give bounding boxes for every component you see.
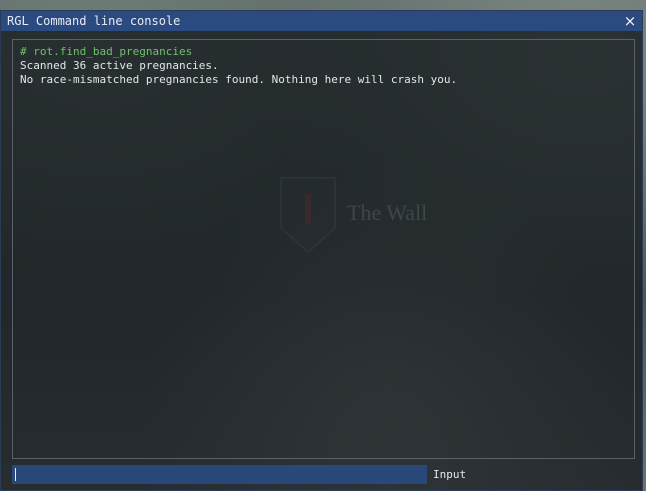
window-title: RGL Command line console [7, 14, 181, 28]
title-bar[interactable]: RGL Command line console × [1, 11, 642, 31]
shield-icon [280, 177, 336, 254]
console-window: RGL Command line console × # rot.find_ba… [0, 10, 643, 491]
input-label: Input [433, 468, 467, 481]
command-input[interactable] [12, 465, 427, 484]
console-log[interactable]: # rot.find_bad_pregnancies Scanned 36 ac… [12, 39, 635, 459]
input-row: Input [12, 465, 637, 484]
log-line-output: No race-mismatched pregnancies found. No… [20, 73, 458, 86]
log-line-command: # rot.find_bad_pregnancies [20, 45, 193, 58]
close-icon[interactable]: × [622, 11, 638, 31]
log-line-output: Scanned 36 active pregnancies. [20, 59, 219, 72]
text-caret [15, 468, 16, 481]
background-banner-text: The Wall [347, 200, 428, 225]
